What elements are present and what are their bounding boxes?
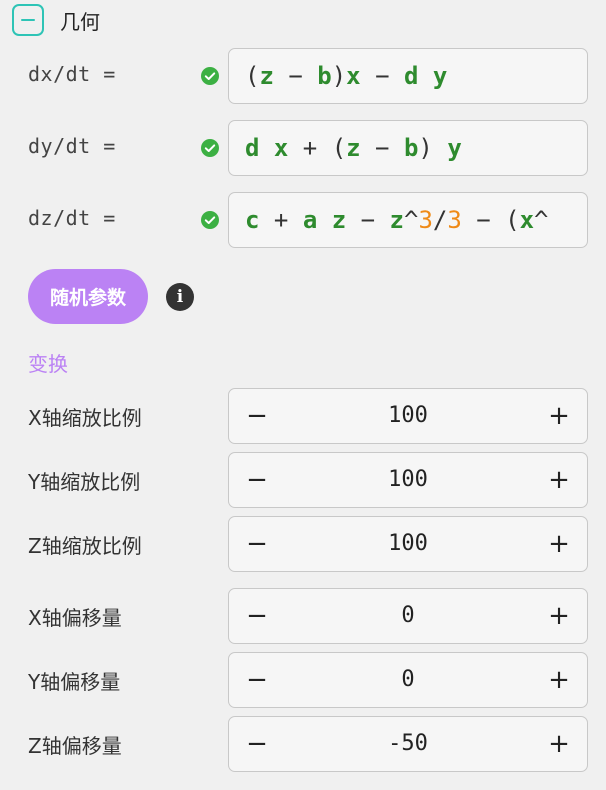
section-title: 几何 bbox=[60, 9, 100, 34]
equation-token: ( bbox=[245, 62, 260, 90]
equation-token: ^ bbox=[534, 206, 549, 234]
stepper-value-input[interactable]: 100 bbox=[285, 389, 531, 443]
decrement-button[interactable]: − bbox=[229, 389, 285, 443]
equation-token: 3 bbox=[447, 206, 462, 234]
increment-button[interactable]: + bbox=[531, 517, 587, 571]
equation-token: z bbox=[259, 62, 274, 90]
equation-token: x bbox=[273, 134, 289, 162]
equation-token: y bbox=[432, 62, 448, 90]
equation-token: + bbox=[259, 206, 303, 234]
stepper-value-input[interactable]: 0 bbox=[285, 589, 531, 643]
increment-button[interactable]: + bbox=[531, 389, 587, 443]
stepper-value-input[interactable]: 100 bbox=[285, 453, 531, 507]
equation-input-dz[interactable]: c + a z − z^3/3 − (x^ bbox=[228, 192, 588, 248]
transform-label: Y轴偏移量 bbox=[28, 670, 121, 694]
transform-row: Y轴缩放比例 −100 + bbox=[0, 452, 606, 508]
transform-row: X轴偏移量 −0 + bbox=[0, 588, 606, 644]
equation-token: y bbox=[447, 134, 462, 162]
value-stepper: −100 + bbox=[228, 452, 588, 508]
value-stepper: −0 + bbox=[228, 652, 588, 708]
equation-input-dx[interactable]: (z − b)x − d y bbox=[228, 48, 588, 104]
equation-token bbox=[317, 206, 331, 234]
equation-token: z bbox=[346, 134, 361, 162]
equation-token: c bbox=[245, 206, 260, 234]
transform-label: Z轴缩放比例 bbox=[28, 534, 142, 558]
equation-token: z bbox=[331, 206, 347, 234]
equation-token: b bbox=[403, 134, 419, 162]
value-stepper: −0 + bbox=[228, 588, 588, 644]
equation-token bbox=[259, 134, 273, 162]
decrement-button[interactable]: − bbox=[229, 653, 285, 707]
equation-token: − bbox=[346, 206, 390, 234]
equation-token: b bbox=[317, 62, 332, 90]
geometry-panel: 几何 dx/dt = (z − b)x − d y dy/dt = d x + … bbox=[0, 0, 606, 790]
valid-check-icon bbox=[201, 139, 219, 157]
transform-row: Z轴缩放比例 −100 + bbox=[0, 516, 606, 572]
transform-section-title: 变换 bbox=[28, 352, 68, 376]
valid-check-icon bbox=[201, 67, 219, 85]
equation-row-dx: dx/dt = (z − b)x − d y bbox=[0, 48, 606, 104]
increment-button[interactable]: + bbox=[531, 717, 587, 771]
equation-label: dy/dt = bbox=[28, 134, 116, 158]
equation-row-dy: dy/dt = d x + (z − b) y bbox=[0, 120, 606, 176]
stepper-value-input[interactable]: 0 bbox=[285, 653, 531, 707]
value-stepper: − -50 + bbox=[228, 716, 588, 772]
equation-label: dx/dt = bbox=[28, 62, 116, 86]
value-stepper: −100 + bbox=[228, 516, 588, 572]
stepper-value-input[interactable]: 100 bbox=[285, 517, 531, 571]
stepper-value-input[interactable]: -50 bbox=[285, 717, 531, 771]
equation-token: x bbox=[519, 206, 535, 234]
equation-token bbox=[418, 62, 432, 90]
equation-token: ) bbox=[418, 134, 448, 162]
geometry-section-header: 几何 bbox=[12, 4, 100, 36]
transform-row: X轴缩放比例 −100 + bbox=[0, 388, 606, 444]
transform-row: Y轴偏移量 −0 + bbox=[0, 652, 606, 708]
increment-button[interactable]: + bbox=[531, 453, 587, 507]
equation-token: − bbox=[273, 62, 318, 90]
info-icon[interactable]: i bbox=[166, 283, 194, 311]
value-stepper: −100 + bbox=[228, 388, 588, 444]
equation-token: x bbox=[346, 62, 361, 90]
increment-button[interactable]: + bbox=[531, 589, 587, 643]
transform-label: X轴偏移量 bbox=[28, 606, 122, 630]
collapse-toggle-button[interactable] bbox=[12, 4, 44, 36]
transform-label: Z轴偏移量 bbox=[28, 734, 122, 758]
transform-label: Y轴缩放比例 bbox=[28, 470, 141, 494]
equation-token: d bbox=[403, 62, 419, 90]
equation-token: − bbox=[360, 134, 404, 162]
transform-label: X轴缩放比例 bbox=[28, 406, 142, 430]
equation-token: + ( bbox=[288, 134, 347, 162]
equation-token: z bbox=[389, 206, 404, 234]
equation-token: ^ bbox=[403, 206, 419, 234]
decrement-button[interactable]: − bbox=[229, 717, 285, 771]
equation-token: ) bbox=[331, 62, 347, 90]
equation-input-dy[interactable]: d x + (z − b) y bbox=[228, 120, 588, 176]
equation-token: / bbox=[432, 206, 448, 234]
transform-row: Z轴偏移量 − -50 + bbox=[0, 716, 606, 772]
equation-token: − ( bbox=[461, 206, 520, 234]
equation-label: dz/dt = bbox=[28, 206, 116, 230]
decrement-button[interactable]: − bbox=[229, 589, 285, 643]
random-params-button[interactable]: 随机参数 bbox=[28, 269, 148, 324]
valid-check-icon bbox=[201, 211, 219, 229]
equation-token: d bbox=[245, 134, 260, 162]
equation-token: − bbox=[360, 62, 404, 90]
equation-token: a bbox=[302, 206, 318, 234]
increment-button[interactable]: + bbox=[531, 653, 587, 707]
minus-icon bbox=[21, 19, 35, 21]
equation-token: 3 bbox=[418, 206, 433, 234]
decrement-button[interactable]: − bbox=[229, 453, 285, 507]
equation-row-dz: dz/dt = c + a z − z^3/3 − (x^ bbox=[0, 192, 606, 248]
decrement-button[interactable]: − bbox=[229, 517, 285, 571]
